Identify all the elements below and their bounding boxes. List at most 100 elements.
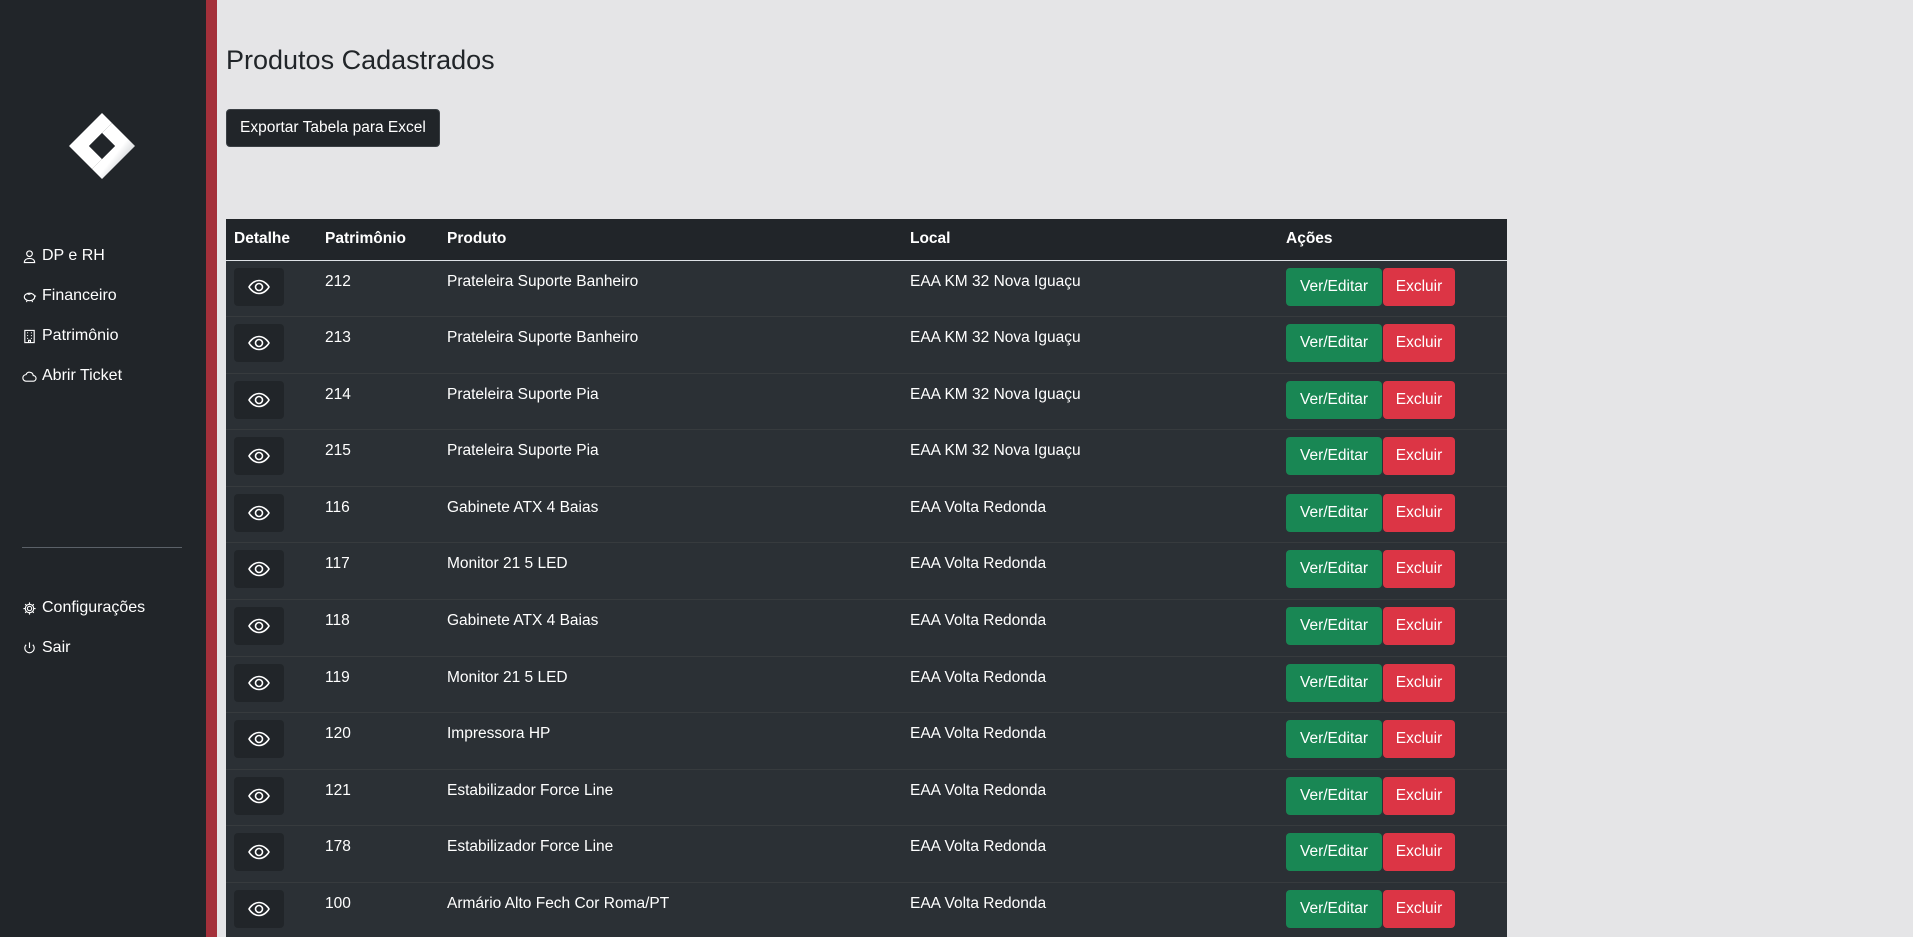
edit-button[interactable]: Ver/Editar [1286,437,1382,476]
view-detail-button[interactable] [234,437,284,476]
detail-cell [226,542,317,601]
nav-item-configuracoes[interactable]: Configurações [22,588,145,628]
nav-item-label: Financeiro [42,287,117,304]
eye-icon [248,788,270,804]
detail-cell [226,712,317,770]
detail-cell [226,882,317,937]
delete-button[interactable]: Excluir [1383,663,1455,702]
view-detail-button[interactable] [234,380,284,419]
table-row: 116 Gabinete ATX 4 Baias EAA Volta Redon… [226,486,1507,544]
edit-button[interactable]: Ver/Editar [1286,324,1382,363]
nav-item-abrir-ticket[interactable]: Abrir Ticket [22,356,122,396]
delete-button[interactable]: Excluir [1383,833,1455,872]
eye-icon [248,901,270,917]
delete-button[interactable]: Excluir [1383,720,1455,759]
table-body: 212 Prateleira Suporte Banheiro EAA KM 3… [226,260,1507,937]
header-local: Local [902,219,1278,261]
table-row: 117 Monitor 21 5 LED EAA Volta Redonda V… [226,542,1507,601]
products-table: Detalhe Patrimônio Produto Local Ações 2… [226,219,1507,937]
edit-button[interactable]: Ver/Editar [1286,776,1382,815]
table-row: 121 Estabilizador Force Line EAA Volta R… [226,769,1507,827]
nav-item-sair[interactable]: Sair [22,628,145,668]
building-icon [24,329,35,343]
local-cell: EAA Volta Redonda [902,656,1278,714]
actions-cell: Ver/Editar Excluir [1278,316,1507,374]
actions-cell: Ver/Editar Excluir [1278,882,1507,937]
detail-cell [226,656,317,714]
edit-button[interactable]: Ver/Editar [1286,833,1382,872]
table-row: 214 Prateleira Suporte Pia EAA KM 32 Nov… [226,373,1507,431]
delete-button[interactable]: Excluir [1383,437,1455,476]
patrimonio-cell: 120 [317,712,439,770]
table-row: 215 Prateleira Suporte Pia EAA KM 32 Nov… [226,429,1507,487]
table-row: 178 Estabilizador Force Line EAA Volta R… [226,825,1507,884]
delete-button[interactable]: Excluir [1383,776,1455,815]
view-detail-button[interactable] [234,267,284,306]
delete-button[interactable]: Excluir [1383,267,1455,306]
nav-item-label: Configurações [42,599,146,616]
sidebar: DP e RH Financeiro Patrimônio Abrir Tick… [0,0,206,937]
edit-button[interactable]: Ver/Editar [1286,267,1382,306]
eye-icon [248,618,270,634]
gear-icon [23,601,36,615]
header-produto: Produto [439,219,902,261]
table-row: 212 Prateleira Suporte Banheiro EAA KM 3… [226,260,1507,318]
detail-cell [226,260,317,318]
delete-button[interactable]: Excluir [1383,493,1455,532]
nav-item-label: Sair [42,639,71,656]
delete-button[interactable]: Excluir [1383,380,1455,419]
nav-item-financeiro[interactable]: Financeiro [22,276,122,316]
view-detail-button[interactable] [234,833,284,872]
eye-icon [248,505,270,521]
delete-button[interactable]: Excluir [1383,550,1455,589]
local-cell: EAA Volta Redonda [902,825,1278,884]
eye-icon [248,845,270,860]
actions-cell: Ver/Editar Excluir [1278,486,1507,544]
view-detail-button[interactable] [234,890,284,929]
edit-button[interactable]: Ver/Editar [1286,890,1382,929]
edit-button[interactable]: Ver/Editar [1286,663,1382,702]
local-cell: EAA KM 32 Nova Iguaçu [902,260,1278,318]
export-excel-button[interactable]: Exportar Tabela para Excel [226,109,440,147]
produto-cell: Prateleira Suporte Pia [439,373,902,431]
view-detail-button[interactable] [234,493,284,532]
delete-button[interactable]: Excluir [1383,607,1455,646]
produto-cell: Estabilizador Force Line [439,769,902,827]
delete-button[interactable]: Excluir [1383,324,1455,363]
local-cell: EAA KM 32 Nova Iguaçu [902,429,1278,487]
actions-cell: Ver/Editar Excluir [1278,542,1507,601]
detail-cell [226,769,317,827]
nav-item-dp-rh[interactable]: DP e RH [22,236,122,276]
edit-button[interactable]: Ver/Editar [1286,607,1382,646]
edit-button[interactable]: Ver/Editar [1286,550,1382,589]
table-row: 213 Prateleira Suporte Banheiro EAA KM 3… [226,316,1507,374]
delete-button[interactable]: Excluir [1383,890,1455,929]
produto-cell: Prateleira Suporte Pia [439,429,902,487]
local-cell: EAA KM 32 Nova Iguaçu [902,373,1278,431]
local-cell: EAA Volta Redonda [902,769,1278,827]
header-detalhe: Detalhe [226,219,317,261]
view-detail-button[interactable] [234,776,284,815]
table-row: 100 Armário Alto Fech Cor Roma/PT EAA Vo… [226,882,1507,937]
edit-button[interactable]: Ver/Editar [1286,493,1382,532]
view-detail-button[interactable] [234,607,284,646]
view-detail-button[interactable] [234,324,284,363]
nav-item-patrimonio[interactable]: Patrimônio [22,316,122,356]
edit-button[interactable]: Ver/Editar [1286,720,1382,759]
table-header-row: Detalhe Patrimônio Produto Local Ações [226,219,1507,261]
actions-cell: Ver/Editar Excluir [1278,712,1507,770]
products-table-container: Detalhe Patrimônio Produto Local Ações 2… [226,219,1507,937]
view-detail-button[interactable] [234,720,284,759]
view-detail-button[interactable] [234,663,284,702]
view-detail-button[interactable] [234,550,284,589]
nav-main: DP e RH Financeiro Patrimônio Abrir Tick… [22,236,122,396]
actions-cell: Ver/Editar Excluir [1278,373,1507,431]
local-cell: EAA Volta Redonda [902,486,1278,544]
edit-button[interactable]: Ver/Editar [1286,380,1382,419]
detail-cell [226,373,317,431]
eye-icon [248,279,270,294]
eye-icon [248,731,270,747]
eye-icon [248,562,270,577]
local-cell: EAA KM 32 Nova Iguaçu [902,316,1278,374]
produto-cell: Prateleira Suporte Banheiro [439,316,902,374]
